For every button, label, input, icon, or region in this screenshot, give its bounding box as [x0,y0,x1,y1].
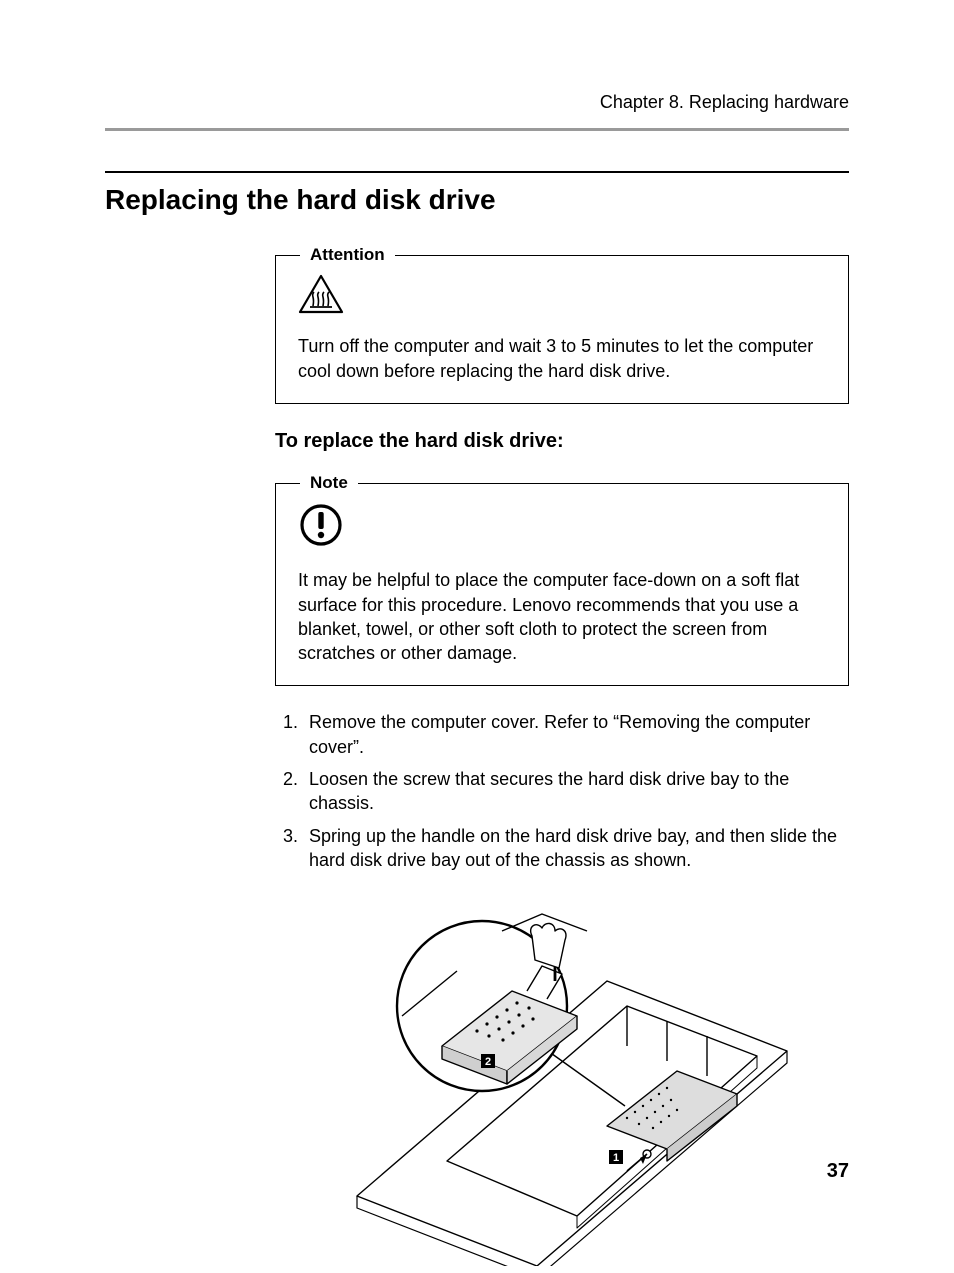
svg-text:1: 1 [613,1152,619,1164]
note-text: It may be helpful to place the computer … [298,568,826,665]
page: Chapter 8. Replacing hardware Replacing … [0,0,954,1243]
svg-text:2: 2 [485,1056,491,1068]
attention-callout: Attention Turn off the computer and wait… [275,255,849,404]
step-item: Loosen the screw that secures the hard d… [303,767,849,816]
hard-disk-figure: 1 [327,896,797,1266]
note-legend: Note [300,472,358,495]
note-callout: Note It may be helpful to place the comp… [275,483,849,686]
page-number: 37 [827,1158,849,1185]
attention-text: Turn off the computer and wait 3 to 5 mi… [298,334,826,383]
attention-legend: Attention [300,244,395,267]
steps-list: Remove the computer cover. Refer to “Rem… [303,710,849,872]
figure-callout-2: 2 [481,1054,495,1068]
subheading: To replace the hard disk drive: [275,428,849,455]
content-column: Attention Turn off the computer and wait… [275,255,849,1266]
step-item: Remove the computer cover. Refer to “Rem… [303,710,849,759]
section-title: Replacing the hard disk drive [105,181,849,219]
heat-warning-icon [298,274,826,320]
header-rule [105,128,849,131]
step-item: Spring up the handle on the hard disk dr… [303,824,849,873]
section-rule [105,171,849,173]
exclamation-icon [298,502,826,554]
figure-callout-1: 1 [609,1150,623,1164]
running-header: Chapter 8. Replacing hardware [105,90,849,114]
